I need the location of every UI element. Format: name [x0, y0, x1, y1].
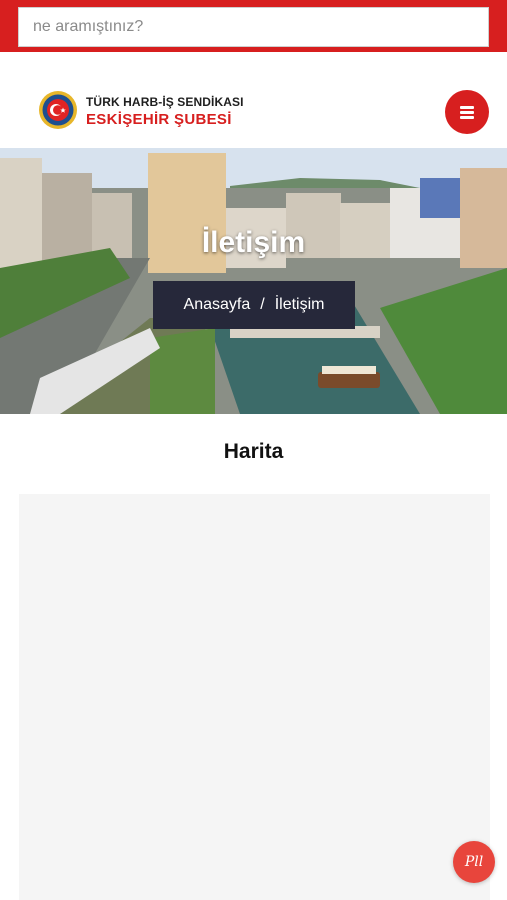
logo-title: TÜRK HARB-İŞ SENDİKASI [86, 95, 244, 109]
search-input[interactable] [18, 7, 489, 47]
hero-banner: İletişim Anasayfa / İletişim [0, 148, 507, 414]
breadcrumb-separator: / [260, 296, 265, 313]
chat-widget-button[interactable]: Pll [453, 841, 495, 883]
chat-badge-label: Pll [464, 854, 484, 870]
section-title: Harita [223, 440, 284, 463]
site-header: TÜRK HARB-İŞ SENDİKASI ESKİŞEHİR ŞUBESİ [0, 52, 507, 148]
breadcrumb: Anasayfa / İletişim [153, 281, 355, 329]
page-title: İletişim [201, 226, 306, 259]
breadcrumb-home-link[interactable]: Anasayfa [184, 296, 251, 314]
logo-subtitle: ESKİŞEHİR ŞUBESİ [86, 111, 232, 128]
search-bar [0, 0, 507, 52]
map-container[interactable] [19, 494, 490, 900]
breadcrumb-current: İletişim [274, 296, 325, 313]
menu-button[interactable] [445, 90, 489, 134]
union-emblem-icon[interactable] [38, 90, 78, 130]
